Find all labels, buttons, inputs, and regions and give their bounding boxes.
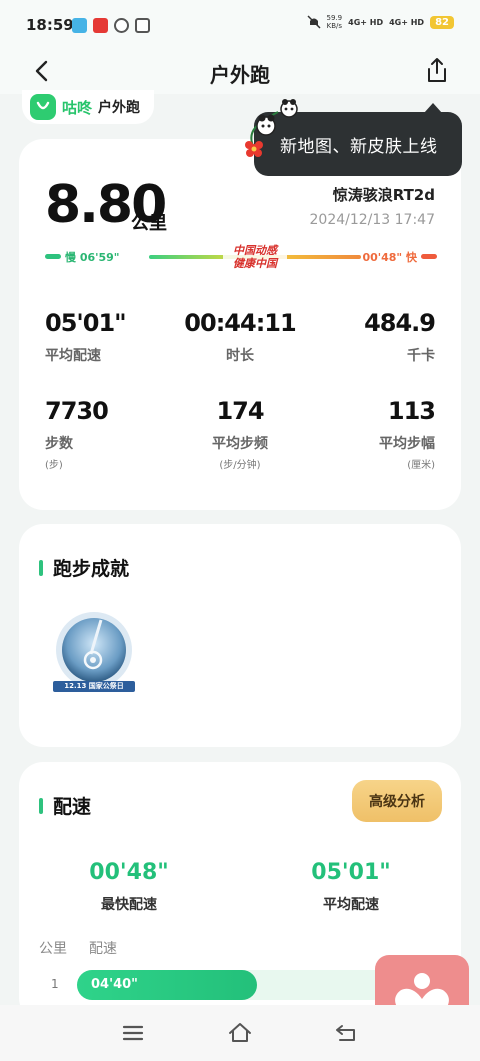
share-icon[interactable] [424, 56, 450, 84]
summary-card: 8.80 公里 惊涛骇浪RT2d 2024/12/13 17:47 慢 06'5… [19, 139, 461, 510]
section-accent-bar [39, 797, 43, 814]
distance-unit: 公里 [131, 213, 167, 234]
km-row-index: 1 [51, 977, 59, 991]
signal-2: 4G+ HD [389, 17, 425, 27]
brand-tag: 咕咚 户外跑 [22, 90, 155, 124]
status-right: 59.9 KB/s 4G+ HD 4G+ HD 82 [307, 14, 454, 30]
slow-dot [45, 254, 61, 259]
metric-calories: 484.9 千卡 [364, 309, 436, 364]
status-time: 18:59 [26, 16, 74, 34]
net-speed: 59.9 KB/s [326, 14, 343, 30]
column-pace: 配速 [89, 941, 117, 957]
average-pace-label: 平均配速 [323, 897, 379, 913]
slogan-line-1: 中国动感 [233, 244, 277, 257]
column-km: 公里 [39, 941, 67, 957]
file-icon [135, 18, 150, 33]
system-nav-bar [0, 1005, 480, 1061]
codoon-logo-icon [30, 94, 56, 120]
home-icon[interactable] [228, 1021, 252, 1045]
pace-header: 配速 [39, 792, 91, 819]
notification-icons [72, 18, 150, 33]
fastest-pace-value: 00'48" [89, 860, 169, 885]
signal-1: 4G+ HD [348, 17, 384, 27]
advanced-analysis-button[interactable]: 高级分析 [352, 780, 442, 822]
status-bar: 18:59 59.9 KB/s 4G+ HD 4G+ HD 82 [0, 0, 480, 50]
achievements-header: 跑步成就 [39, 554, 129, 581]
battery-indicator: 82 [430, 15, 454, 29]
run-datetime: 2024/12/13 17:47 [309, 212, 436, 228]
news-notification-icon [93, 18, 108, 33]
slogan-badge: 中国动感 健康中国 [223, 244, 287, 270]
app-header: 户外跑 [0, 50, 480, 94]
metric-stride: 113 平均步幅 (厘米) [379, 397, 436, 471]
wechat-icon [114, 18, 129, 33]
fastest-pace-label: 最快配速 [101, 897, 157, 913]
medal-caption: 12.13 国家公祭日 [64, 682, 124, 690]
brand-name: 咕咚 [62, 98, 93, 117]
pace-title: 配速 [53, 796, 92, 818]
average-pace-stat: 05'01" 平均配速 [251, 860, 451, 914]
section-accent-bar [39, 559, 43, 576]
metric-avg-pace: 05'01" 平均配速 [45, 309, 127, 364]
slogan-line-2: 健康中国 [233, 257, 277, 270]
fast-dot [421, 254, 437, 259]
slow-pace-label: 慢 06'59" [65, 251, 120, 264]
metric-steps: 7730 步数 (步) [45, 397, 109, 471]
app-notification-icon [72, 18, 87, 33]
km-row-pace: 04'40" [91, 977, 138, 992]
panda-flower-decoration-icon [245, 99, 298, 157]
menu-icon[interactable] [121, 1021, 145, 1045]
page-title: 户外跑 [210, 63, 270, 87]
metric-cadence: 174 平均步频 (步/分钟) [212, 397, 268, 471]
memorial-medal[interactable]: 12.13 国家公祭日 [51, 610, 137, 696]
pace-range-bar: 慢 06'59" 中国动感 健康中国 00'48" 快 [45, 244, 437, 270]
achievements-title: 跑步成就 [53, 558, 130, 580]
device-name: 惊涛骇浪RT2d [332, 186, 435, 204]
km-row-fill: 04'40" [77, 970, 257, 1000]
metric-duration: 00:44:11 时长 [184, 309, 296, 364]
average-pace-value: 05'01" [311, 860, 391, 885]
fast-pace-label: 00'48" 快 [362, 251, 417, 264]
fastest-pace-stat: 00'48" 最快配速 [29, 860, 229, 914]
brand-sub: 户外跑 [98, 100, 141, 116]
achievements-card: 跑步成就 12.13 国家公祭日 [19, 524, 461, 747]
back-icon[interactable] [334, 1021, 358, 1045]
mute-icon [307, 15, 321, 29]
